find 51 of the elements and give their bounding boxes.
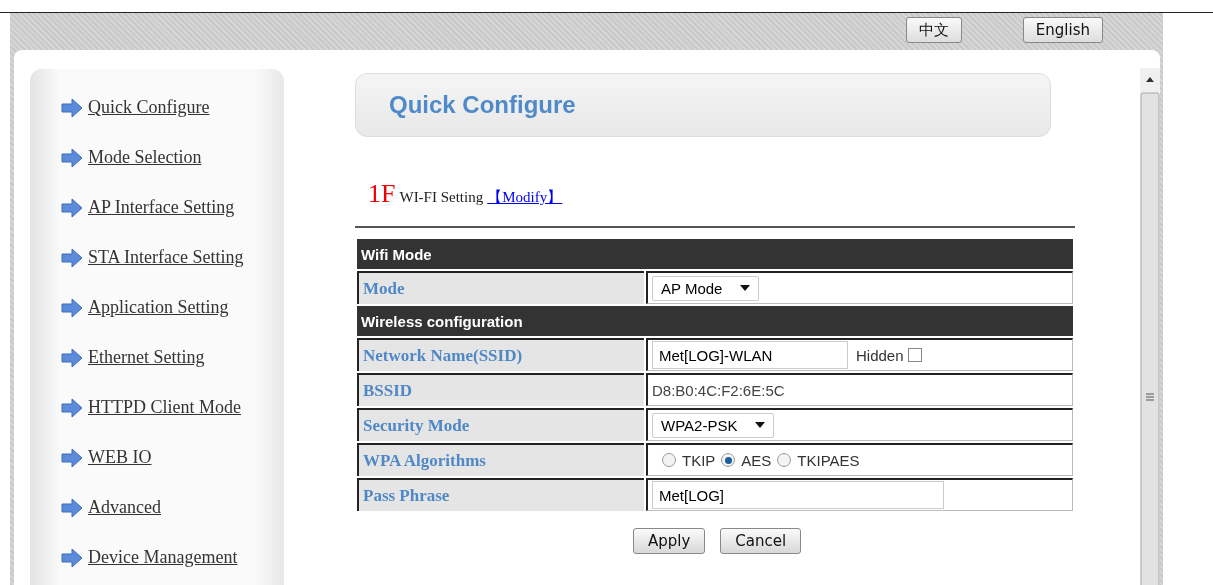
arrow-icon xyxy=(61,397,83,418)
field-label: Security Mode xyxy=(357,408,644,441)
dropdown[interactable]: WPA2-PSK xyxy=(652,412,775,438)
section-title: WI-FI Setting xyxy=(399,189,484,206)
field-label: BSSID xyxy=(357,373,644,406)
arrow-icon xyxy=(61,297,83,318)
modify-link[interactable]: 【Modify】 xyxy=(487,188,563,207)
caret-icon xyxy=(755,422,766,428)
radio-button[interactable] xyxy=(777,453,792,467)
checkbox-label: Hidden xyxy=(856,346,904,364)
section-header: Wifi Mode xyxy=(357,239,1073,269)
radio-label: AES xyxy=(741,451,772,469)
arrow-icon xyxy=(61,547,83,568)
page-title: Quick Configure xyxy=(389,91,576,119)
language-button[interactable]: English xyxy=(1022,17,1103,43)
arrow-icon xyxy=(61,447,83,468)
floor-number: 1F xyxy=(368,179,396,209)
radio-button[interactable] xyxy=(721,453,736,467)
sidebar-link[interactable]: Quick Configure xyxy=(88,97,210,118)
arrow-icon xyxy=(61,147,83,168)
field-label: Pass Phrase xyxy=(357,478,644,511)
sidebar-link[interactable]: STA Interface Setting xyxy=(88,247,244,268)
sidebar-link[interactable]: HTTPD Client Mode xyxy=(88,397,241,418)
input-field[interactable]: Met[LOG] xyxy=(652,481,944,509)
field-label: Network Name(SSID) xyxy=(357,338,644,371)
sidebar-link[interactable]: WEB IO xyxy=(88,447,152,468)
form-button[interactable]: Cancel xyxy=(720,528,802,554)
sidebar-link[interactable]: AP Interface Setting xyxy=(88,197,235,218)
dropdown[interactable]: AP Mode xyxy=(652,275,760,301)
field-label: WPA Algorithms xyxy=(357,443,644,476)
section-header: Wireless configuration xyxy=(357,306,1073,336)
checkbox[interactable] xyxy=(907,348,922,362)
arrow-icon xyxy=(61,197,83,218)
arrow-icon xyxy=(61,347,83,368)
arrow-icon xyxy=(61,497,83,518)
arrow-icon xyxy=(61,247,83,268)
sidebar-link[interactable]: Advanced xyxy=(88,497,161,518)
table-cell: D8:B0:4C:F2:6E:5C xyxy=(646,373,1073,406)
radio-button[interactable] xyxy=(662,453,676,467)
arrow-icon xyxy=(61,97,83,118)
caret-icon xyxy=(740,285,751,291)
field-label: Mode xyxy=(357,271,644,304)
sidebar-link[interactable]: Mode Selection xyxy=(88,147,202,168)
form-button[interactable]: Apply xyxy=(633,528,706,554)
sidebar-link[interactable]: Application Setting xyxy=(88,297,229,318)
input-field[interactable]: Met[LOG]-WLAN xyxy=(652,341,848,369)
sidebar-link[interactable]: Ethernet Setting xyxy=(88,347,205,368)
radio-label: TKIPAES xyxy=(797,451,860,469)
radio-label: TKIP xyxy=(682,451,716,469)
sidebar-link[interactable]: Device Management xyxy=(88,547,238,568)
language-button[interactable]: 中文 xyxy=(905,17,962,43)
